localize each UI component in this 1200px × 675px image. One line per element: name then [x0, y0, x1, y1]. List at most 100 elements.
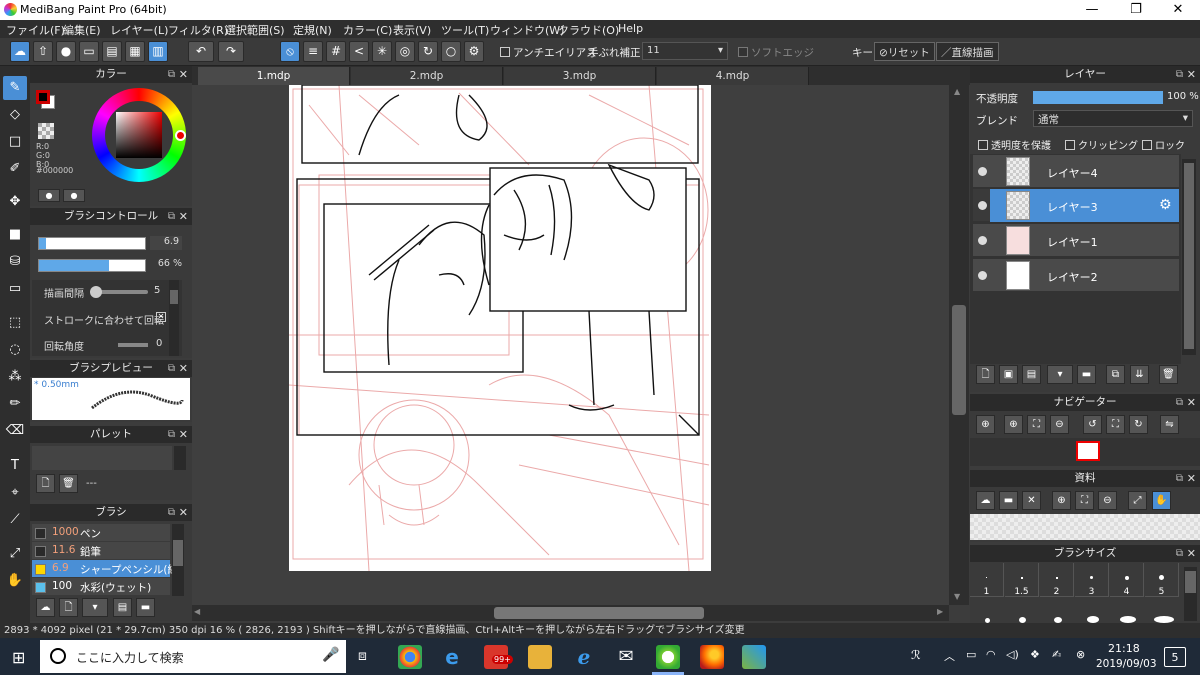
menu-color[interactable]: カラー(C) [343, 22, 392, 38]
new-halftone-layer-icon[interactable]: ▣ [999, 365, 1018, 384]
tab-4[interactable]: 4.mdp [657, 67, 809, 85]
brush-size-preset[interactable]: 1 [970, 563, 1004, 597]
tab-2[interactable]: 2.mdp [351, 67, 503, 85]
scroll-up-icon[interactable]: ▲ [954, 87, 960, 96]
brush-size-scrollbar[interactable] [1184, 567, 1197, 621]
navigator-viewport[interactable] [1076, 441, 1100, 461]
brush-size-preset[interactable]: 4 [1110, 563, 1144, 597]
minimize-button[interactable]: — [1070, 0, 1114, 20]
curve-snap-icon[interactable]: ↻ [418, 41, 438, 62]
cross-snap-icon[interactable]: # [326, 41, 346, 62]
chrome-icon[interactable] [398, 645, 422, 669]
popout-icon[interactable]: ⧉ [168, 360, 175, 377]
brush-size-preset[interactable]: 2 [1040, 563, 1074, 597]
lock-checkbox[interactable]: ロック [1142, 137, 1185, 152]
menu-layer[interactable]: レイヤー(L) [110, 22, 168, 38]
popout-icon[interactable]: ⧉ [1176, 545, 1183, 562]
flip-icon[interactable]: ⇋ [1160, 415, 1179, 434]
undo-icon[interactable]: ↶ [188, 41, 214, 62]
file-explorer-icon[interactable] [528, 645, 552, 669]
rotate-checkbox[interactable]: ✕ [156, 312, 166, 322]
chevron-up-icon[interactable]: ︿ [944, 648, 955, 664]
zoom-reset-icon[interactable]: ⊕ [976, 415, 995, 434]
eyedropper-icon[interactable]: ⤢ [1128, 491, 1147, 510]
blend-select[interactable]: 通常 ▾ [1033, 110, 1193, 127]
popout-icon[interactable]: ⧉ [168, 66, 175, 83]
firefox-icon[interactable] [700, 645, 724, 669]
microphone-icon[interactable]: 🎤 [322, 647, 339, 663]
select-pen-icon[interactable]: ✐ [3, 157, 27, 181]
tab-3[interactable]: 3.mdp [504, 67, 656, 85]
add-layer-menu-icon[interactable]: ▾ [1047, 365, 1073, 384]
navigator-preview[interactable] [970, 438, 1200, 466]
saturation-square[interactable] [116, 112, 162, 158]
stabilizer-select[interactable]: 11 ▾ [642, 42, 728, 60]
layer-row[interactable]: レイヤー1 [973, 224, 1179, 257]
eyedropper-tool-icon[interactable]: ⤢ [3, 542, 27, 566]
brush-settings-icon[interactable]: ▤ [113, 598, 132, 617]
grid-icon[interactable]: ▦ [125, 41, 145, 62]
new-8bit-layer-icon[interactable]: ▤ [1022, 365, 1041, 384]
menu-selection[interactable]: 選択範囲(S) [225, 22, 285, 38]
brush-item-pencil[interactable]: 11.6 鉛筆 [32, 542, 170, 559]
close-icon[interactable]: ✕ [1187, 545, 1196, 562]
bucket-tool-icon[interactable]: ⛁ [3, 250, 27, 274]
soft-edge-checkbox[interactable]: ソフトエッジ [738, 45, 814, 60]
hand-icon[interactable]: ✋ [1152, 491, 1171, 510]
pen-icon[interactable]: ✍ [1052, 648, 1061, 661]
layer-list-scrollbar[interactable] [1182, 159, 1196, 355]
tab-1[interactable]: 1.mdp [198, 67, 350, 85]
popout-icon[interactable]: ⧉ [1176, 470, 1183, 487]
layer-row-selected[interactable]: レイヤー3 ⚙ [973, 189, 1179, 222]
palette-scrollbar[interactable] [174, 446, 186, 470]
circle-snap-icon[interactable]: ○ [441, 41, 461, 62]
reset-button[interactable]: ⊘リセット [874, 42, 935, 61]
duplicate-layer-icon[interactable]: ⧉ [1106, 365, 1125, 384]
new-brush-icon[interactable]: 🗋 [59, 598, 78, 617]
canvas-area[interactable] [192, 85, 949, 605]
rotate-left-icon[interactable]: ↺ [1083, 415, 1102, 434]
popout-icon[interactable]: ⧉ [168, 426, 175, 443]
comment-icon[interactable]: ● [56, 41, 76, 62]
rect-select-icon[interactable]: ⬚ [3, 311, 27, 335]
slider-handle[interactable] [90, 286, 102, 298]
brush-size-preset[interactable]: 1.5 [1005, 563, 1039, 597]
brush-item-mechanical-pencil[interactable]: 6.9 シャープペンシル(線) [32, 560, 182, 577]
zoom-in-icon[interactable]: ⊕ [1004, 415, 1023, 434]
popout-icon[interactable]: ⧉ [1176, 66, 1183, 83]
angle-slider[interactable] [118, 343, 148, 347]
export-icon[interactable]: ⇧ [33, 41, 53, 62]
dropbox-icon[interactable]: ❖ [1030, 648, 1040, 661]
brush-folder-icon[interactable]: ▬ [136, 598, 155, 617]
zoom-out-icon[interactable]: ⊖ [1050, 415, 1069, 434]
menu-tool[interactable]: ツール(T) [441, 22, 489, 38]
manga-page[interactable] [289, 85, 711, 571]
antialias-checkbox[interactable]: アンチエイリアス [500, 45, 597, 60]
dot-tool-icon[interactable]: □ [3, 130, 27, 154]
edge-icon[interactable]: e [440, 645, 464, 669]
brush-opacity-slider[interactable] [38, 259, 146, 272]
color-slider-icon[interactable]: ● [63, 189, 85, 202]
task-view-icon[interactable]: ⧈ [358, 648, 367, 664]
spacing-slider[interactable] [90, 286, 148, 298]
hand-tool-icon[interactable]: ✋ [3, 569, 27, 593]
divide-tool-icon[interactable]: ⟋ [3, 508, 27, 532]
fill-rect-icon[interactable]: ■ [3, 223, 27, 247]
redo-icon[interactable]: ↷ [218, 41, 244, 62]
scroll-thumb[interactable] [952, 305, 966, 415]
people-icon[interactable]: ℛ [911, 648, 921, 662]
cloud-icon[interactable]: ☁ [10, 41, 30, 62]
menu-edit[interactable]: 編集(E) [63, 22, 101, 38]
close-button[interactable]: ✕ [1156, 0, 1200, 20]
snap-settings-icon[interactable]: ⚙ [464, 41, 484, 62]
clock-date[interactable]: 2019/09/03 [1096, 658, 1157, 670]
delete-layer-icon[interactable]: 🗑 [1159, 365, 1178, 384]
close-icon[interactable]: ✕ [179, 426, 188, 443]
line-draw-button[interactable]: ／直線描画 [936, 42, 999, 61]
zoom-in-icon[interactable]: ⊕ [1052, 491, 1071, 510]
canvas-vertical-scrollbar[interactable]: ▲ ▼ [949, 85, 969, 605]
fit-icon[interactable]: ⛶ [1075, 491, 1094, 510]
gradient-tool-icon[interactable]: ▭ [3, 277, 27, 301]
visibility-icon[interactable] [978, 167, 987, 176]
delete-palette-icon[interactable]: 🗑 [59, 474, 78, 493]
